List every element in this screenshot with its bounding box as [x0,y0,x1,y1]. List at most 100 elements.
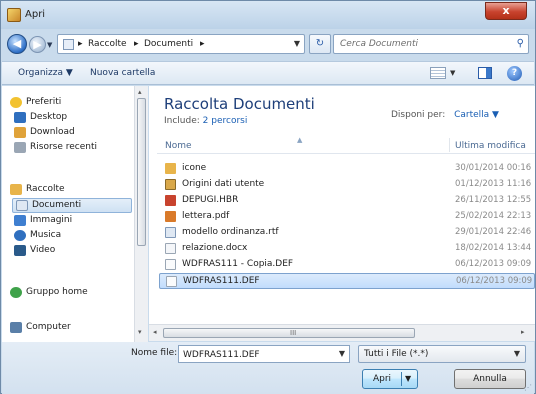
breadcrumb-separator-icon[interactable]: ▸ [78,39,83,49]
resize-grip-icon[interactable]: ⋰ [524,383,532,392]
scroll-up-icon[interactable]: ▴ [138,88,142,96]
recent-pages-chevron-icon[interactable]: ▼ [47,41,52,49]
file-list-pane: Raccolta Documenti Include: 2 percorsi D… [149,86,535,324]
recent-places-icon [14,142,26,153]
sidebar-item-gruppo-home[interactable]: Gruppo home [10,286,130,300]
filename-dropdown-icon[interactable]: ▼ [339,349,345,358]
close-button[interactable]: x [485,2,527,20]
file-row[interactable]: WDFRAS111 - Copia.DEF 06/12/2013 09:09 [159,257,535,272]
library-title: Raccolta Documenti [164,95,315,113]
computer-icon [10,322,22,333]
rtf-file-icon [165,227,176,238]
command-bar: Organizza ▼ Nuova cartella ▼ ? [2,61,534,85]
title-bar: Apri x [1,1,535,29]
search-icon[interactable]: ⚲ [517,38,524,49]
address-dropdown-icon[interactable]: ▼ [294,39,300,48]
horizontal-scrollbar[interactable]: ◂ III ▸ [149,324,535,341]
view-options-chevron-icon[interactable]: ▼ [450,69,455,77]
sidebar-item-download[interactable]: Download [14,126,130,140]
file-row[interactable]: icone 30/01/2014 00:16 [159,161,535,176]
libraries-location-icon [63,39,74,50]
split-divider [401,372,402,386]
organize-menu-button[interactable]: Organizza ▼ [18,68,73,78]
breadcrumb-separator-icon[interactable]: ▸ [134,39,139,49]
scroll-down-icon[interactable]: ▾ [138,328,142,336]
window-title: Apri [25,9,46,20]
desktop-icon [14,112,26,123]
file-row[interactable]: DEPUGI.HBR 26/11/2013 12:55 [159,193,535,208]
sidebar-item-desktop[interactable]: Desktop [14,111,130,125]
file-row[interactable]: Origini dati utente 01/12/2013 11:16 [159,177,535,192]
include-label: Include: [164,116,200,126]
docx-file-icon [165,243,176,254]
scroll-left-icon[interactable]: ◂ [153,328,157,336]
star-icon [10,97,22,108]
arrange-by-label: Disponi per: [391,110,446,120]
include-locations-link[interactable]: 2 percorsi [203,116,248,126]
navigation-pane: Preferiti Desktop Download Risorse recen… [2,86,148,342]
chevron-down-icon[interactable]: ▼ [514,349,520,358]
download-folder-icon [14,127,26,138]
file-row[interactable]: modello ordinanza.rtf 29/01/2014 22:46 [159,225,535,240]
filename-combobox[interactable]: ▼ [178,345,350,363]
breadcrumb-separator-icon[interactable]: ▸ [200,39,205,49]
data-source-folder-icon [165,179,176,190]
sidebar-item-preferiti[interactable]: Preferiti [10,96,130,110]
refresh-button[interactable]: ↻ [309,34,331,54]
sidebar-item-risorse-recenti[interactable]: Risorse recenti [14,141,134,155]
homegroup-icon [10,287,22,298]
pictures-icon [14,215,26,226]
preview-pane-icon[interactable] [478,67,492,79]
sidebar-item-computer[interactable]: Computer [10,321,130,335]
music-icon [14,230,26,241]
forward-button[interactable]: ▶ [29,36,46,53]
filename-label: Nome file: [131,348,178,358]
def-file-icon [166,276,177,287]
open-button-label: Apri [372,374,392,384]
scrollbar-thumb[interactable] [137,98,146,246]
arrange-by-dropdown[interactable]: Cartella ▼ [454,110,499,120]
breadcrumb-raccolte[interactable]: Raccolte [88,39,127,49]
help-icon[interactable]: ? [507,66,522,81]
sidebar-item-raccolte[interactable]: Raccolte [10,183,130,197]
documents-icon [16,200,28,211]
navigation-bar: ◀ ▶ ▼ ▸ Raccolte ▸ Documenti ▸ ▼ ↻ ⚲ [1,29,535,59]
back-button[interactable]: ◀ [7,34,27,54]
sidebar-item-musica[interactable]: Musica [14,229,130,243]
dialog-footer: Nome file: ▼ Tutti i File (*.*) ▼ Apri ▼… [2,342,534,394]
folder-icon [165,163,176,174]
cancel-button[interactable]: Annulla [454,369,526,389]
column-headers: Nome ▲ Ultima modifica [157,136,535,154]
open-file-dialog: Apri x ◀ ▶ ▼ ▸ Raccolte ▸ Documenti ▸ ▼ … [0,0,536,394]
app-icon [7,8,21,22]
file-row-selected[interactable]: WDFRAS111.DEF 06/12/2013 09:09 [159,273,535,289]
library-include-info: Include: 2 percorsi [164,116,247,126]
open-options-chevron-icon[interactable]: ▼ [405,370,411,388]
navigation-pane-scrollbar[interactable]: ▴ ▾ [134,86,148,342]
breadcrumb-documenti[interactable]: Documenti [144,39,193,49]
file-type-filter-value: Tutti i File (*.*) [364,349,429,359]
file-type-filter-select[interactable]: Tutti i File (*.*) ▼ [358,345,526,363]
filename-field[interactable] [183,348,323,361]
file-row[interactable]: relazione.docx 18/02/2014 13:44 [159,241,535,256]
column-header-name[interactable]: Nome [165,141,192,151]
open-button[interactable]: Apri ▼ [362,369,418,389]
sidebar-item-immagini[interactable]: Immagini [14,214,130,228]
pdf-file-icon [165,211,176,222]
view-options-icon[interactable] [430,67,446,79]
column-divider[interactable] [449,138,450,152]
sidebar-item-documenti[interactable]: Documenti [12,198,132,213]
column-header-date-modified[interactable]: Ultima modifica [455,141,526,151]
def-file-icon [165,259,176,270]
new-folder-button[interactable]: Nuova cartella [90,68,155,78]
scroll-right-icon[interactable]: ▸ [521,328,525,336]
scrollbar-thumb[interactable]: III [163,328,415,338]
address-bar[interactable]: ▸ Raccolte ▸ Documenti ▸ ▼ [57,34,305,54]
libraries-icon [10,184,22,195]
sidebar-item-video[interactable]: Video [14,244,130,258]
file-row[interactable]: lettera.pdf 25/02/2014 22:13 [159,209,535,224]
search-input[interactable] [340,37,500,51]
scrollbar-grip: III [290,329,297,337]
video-icon [14,245,26,256]
search-box[interactable]: ⚲ [333,34,529,54]
